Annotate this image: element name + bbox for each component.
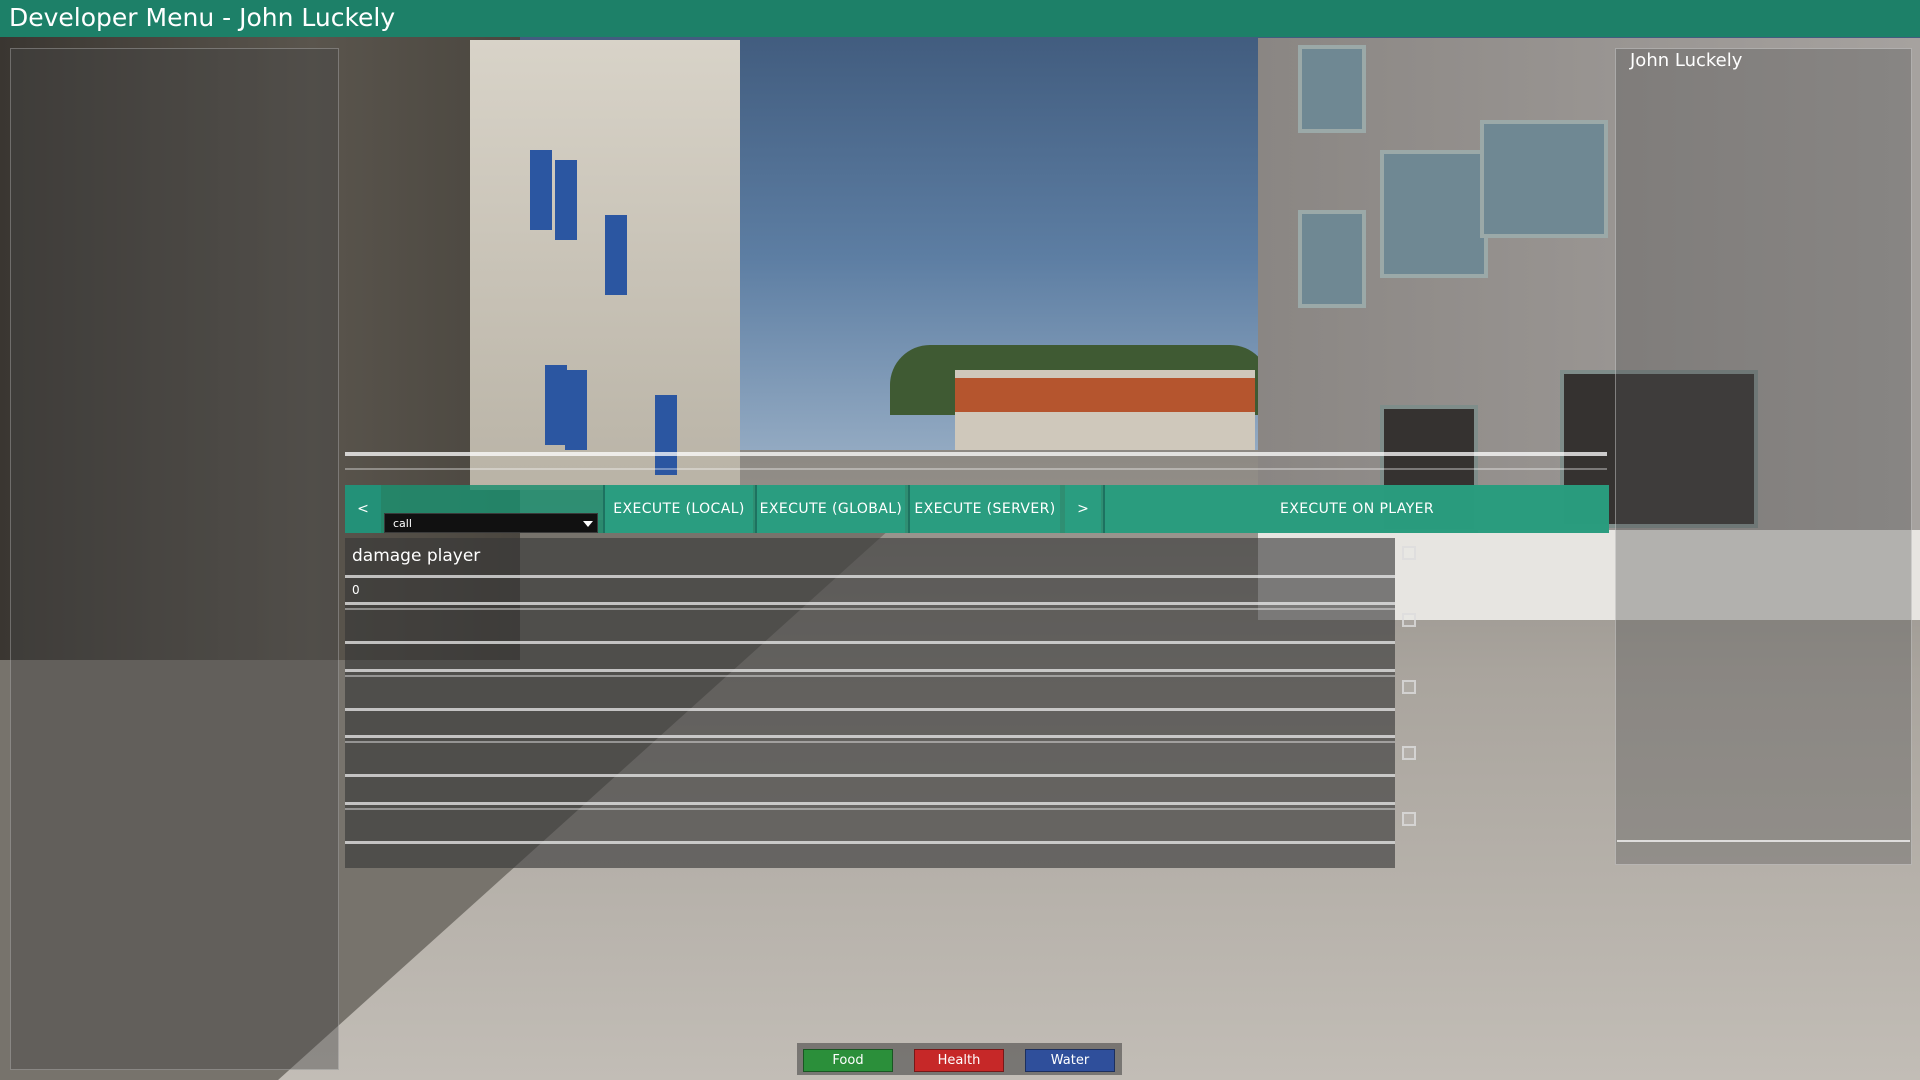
param-checkbox-3[interactable] bbox=[1402, 680, 1416, 694]
param-input-5[interactable] bbox=[345, 841, 1395, 844]
param-field-line bbox=[345, 602, 1395, 605]
param-field-line bbox=[345, 735, 1395, 738]
command-name: damage player bbox=[352, 546, 481, 566]
building-window bbox=[1480, 120, 1608, 238]
command-panel bbox=[345, 538, 1395, 868]
execute-on-player-button[interactable]: EXECUTE ON PLAYER bbox=[1103, 485, 1609, 533]
window-shutter bbox=[655, 395, 677, 475]
execute-local-button[interactable]: EXECUTE (LOCAL) bbox=[603, 485, 753, 533]
param-field-line bbox=[345, 802, 1395, 805]
param-checkbox-1[interactable] bbox=[1402, 546, 1416, 560]
param-field-underline bbox=[345, 675, 1395, 677]
param-field-underline bbox=[345, 608, 1395, 610]
execute-global-button[interactable]: EXECUTE (GLOBAL) bbox=[755, 485, 905, 533]
param-field-underline bbox=[345, 741, 1395, 743]
window-shutter bbox=[530, 150, 552, 230]
left-panel bbox=[10, 48, 339, 1070]
param-checkbox-4[interactable] bbox=[1402, 746, 1416, 760]
execute-server-button[interactable]: EXECUTE (SERVER) bbox=[908, 485, 1060, 533]
distant-house-roof bbox=[955, 378, 1255, 412]
mode-combo[interactable]: call bbox=[384, 513, 598, 533]
building-window bbox=[1380, 150, 1488, 278]
water-status: Water bbox=[1025, 1049, 1115, 1072]
param-field-line bbox=[345, 575, 1395, 578]
player-list-divider bbox=[1617, 840, 1910, 842]
code-input-line[interactable] bbox=[345, 452, 1607, 456]
window-shutter bbox=[605, 215, 627, 295]
param-input-4[interactable] bbox=[345, 774, 1395, 777]
health-status: Health bbox=[914, 1049, 1004, 1072]
param-checkbox-5[interactable] bbox=[1402, 812, 1416, 826]
param-input-1[interactable]: 0 bbox=[352, 583, 360, 597]
building-window bbox=[1298, 210, 1366, 308]
food-status: Food bbox=[803, 1049, 893, 1072]
chevron-down-icon bbox=[583, 521, 593, 527]
mode-combo-value: call bbox=[393, 517, 412, 530]
window-title: Developer Menu - John Luckely bbox=[9, 3, 396, 32]
player-list-item[interactable]: John Luckely bbox=[1630, 50, 1742, 71]
param-field-line bbox=[345, 669, 1395, 672]
code-input-underline bbox=[345, 468, 1607, 470]
building-window bbox=[1298, 45, 1366, 133]
param-input-3[interactable] bbox=[345, 708, 1395, 711]
param-input-2[interactable] bbox=[345, 641, 1395, 644]
param-checkbox-2[interactable] bbox=[1402, 613, 1416, 627]
window-shutter bbox=[565, 370, 587, 450]
next-button[interactable]: > bbox=[1065, 485, 1101, 533]
window-shutter bbox=[545, 365, 567, 445]
player-list-panel[interactable] bbox=[1615, 48, 1912, 865]
window-title-bar: Developer Menu - John Luckely bbox=[0, 0, 1920, 37]
window-shutter bbox=[555, 160, 577, 240]
param-field-underline bbox=[345, 808, 1395, 810]
previous-button[interactable]: < bbox=[345, 485, 381, 533]
